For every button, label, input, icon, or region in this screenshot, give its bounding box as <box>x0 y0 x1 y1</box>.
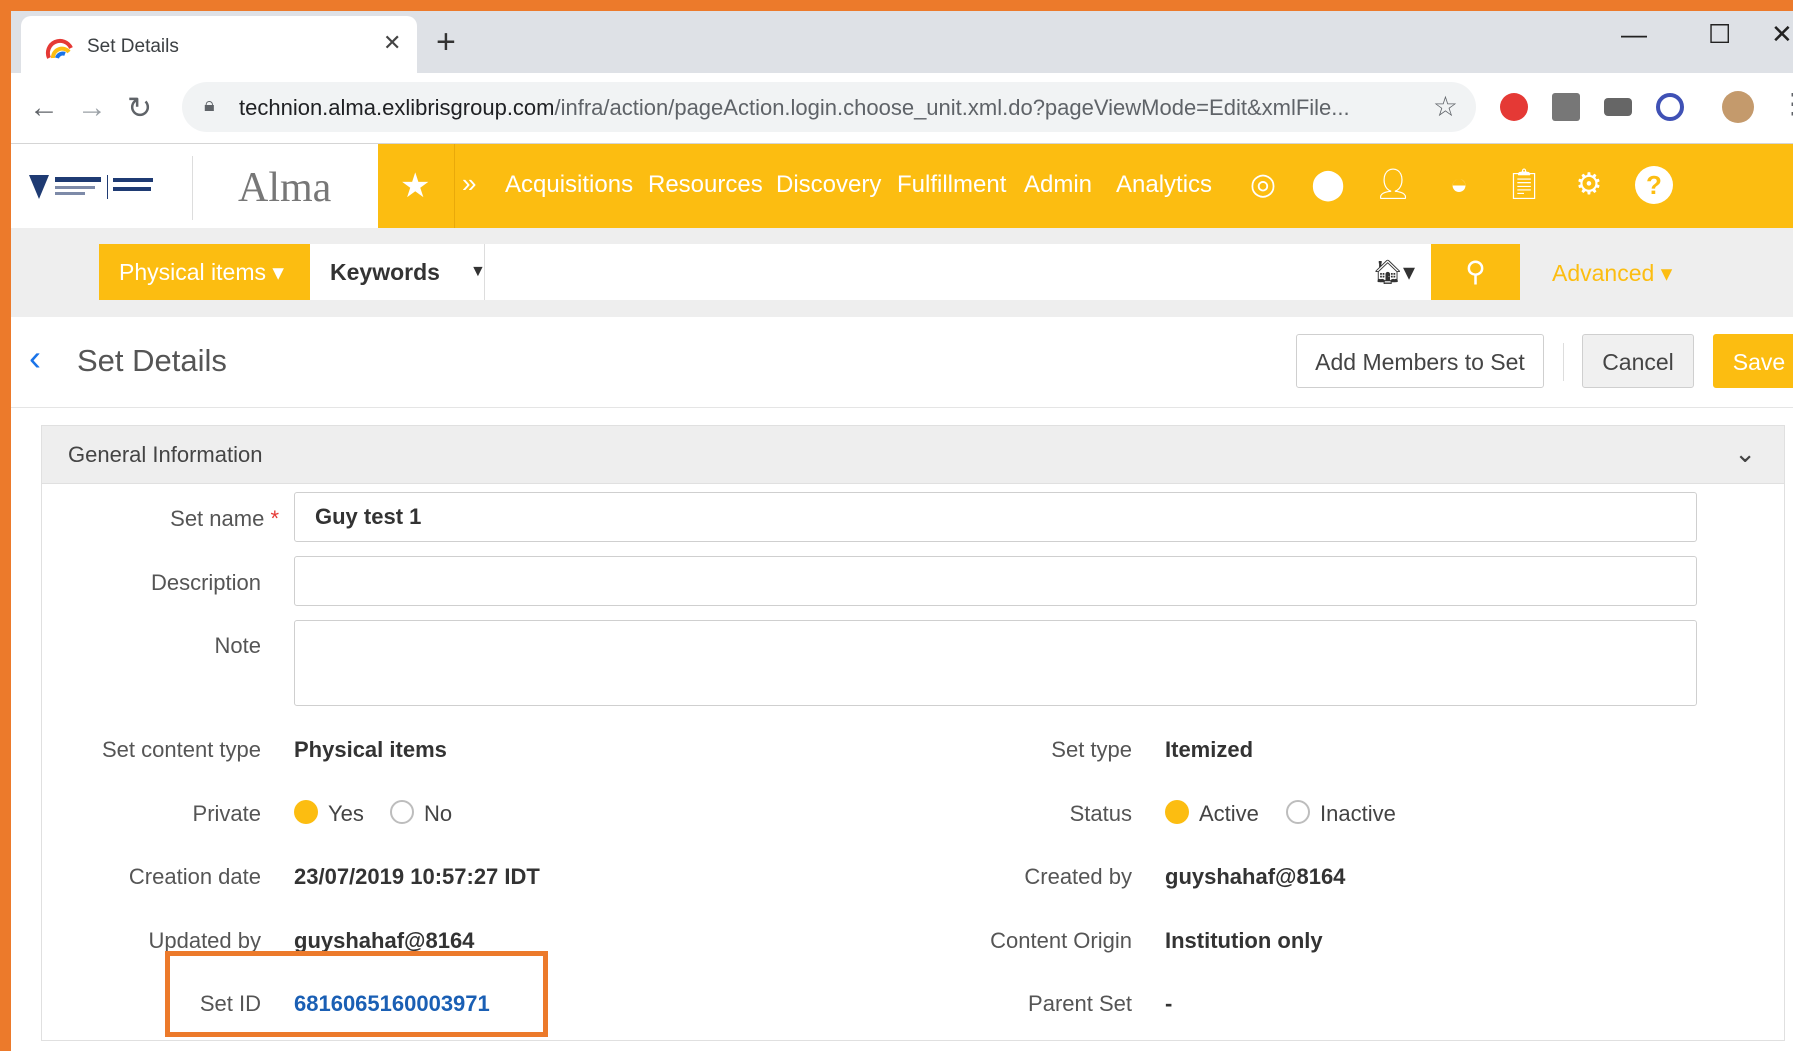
user-icon[interactable]: 👤︎ <box>1374 166 1412 204</box>
extension-icon[interactable] <box>1552 93 1580 121</box>
lock-icon: 🔒︎ <box>204 94 215 116</box>
gear-icon[interactable]: ⚙ <box>1570 166 1608 204</box>
clipboard-icon[interactable]: 📋︎ <box>1505 166 1543 204</box>
opera-extension-icon[interactable] <box>1500 93 1528 121</box>
search-icon: ⚲ <box>1465 256 1486 287</box>
search-input[interactable]: 🏠︎▾ <box>485 244 1431 300</box>
search-scope-dropdown[interactable]: Physical items ▾ <box>99 244 310 300</box>
menu-admin[interactable]: Admin <box>1024 171 1092 199</box>
target-icon[interactable]: ◎ <box>1244 166 1282 204</box>
private-no-label: No <box>424 801 453 826</box>
close-window-icon[interactable]: ✕ <box>1771 19 1793 50</box>
menu-resources[interactable]: Resources <box>648 171 763 199</box>
back-icon[interactable]: ← <box>29 91 59 125</box>
description-input[interactable] <box>294 556 1697 606</box>
private-label: Private <box>192 801 261 826</box>
save-button[interactable]: Save <box>1713 334 1793 388</box>
set-name-input[interactable]: Guy test 1 <box>294 492 1697 542</box>
section-title: General Information <box>68 442 263 467</box>
section-header[interactable]: General Information ⌄ <box>42 426 1784 484</box>
extension-icon[interactable] <box>1656 93 1684 121</box>
main-menu-bar: ★ » Acquisitions Resources Discovery Ful… <box>378 144 1793 228</box>
search-button[interactable]: ⚲ <box>1431 244 1520 300</box>
status-label: Status <box>1069 801 1132 826</box>
expand-menu-icon[interactable]: » <box>462 168 476 199</box>
search-field-label: Keywords <box>330 259 440 285</box>
alma-header: Alma ★ » Acquisitions Resources Discover… <box>11 144 1793 228</box>
created-by-label: Created by <box>1024 864 1132 889</box>
search-field-dropdown[interactable]: Keywords ▼ <box>310 244 486 300</box>
status-inactive-radio[interactable] <box>1286 800 1310 824</box>
back-arrow-icon[interactable]: ‹ <box>29 337 41 379</box>
reload-icon[interactable]: ↻ <box>127 91 152 126</box>
location-pin-icon[interactable]: ⬤ <box>1309 166 1347 204</box>
tab-title: Set Details <box>87 36 179 57</box>
profile-avatar[interactable] <box>1722 91 1754 123</box>
favorites-star-icon[interactable]: ★ <box>400 166 430 206</box>
created-by-value: guyshahaf@8164 <box>1165 864 1346 889</box>
highlight-box <box>165 951 548 1037</box>
browser-tab[interactable]: Set Details ✕ <box>21 16 417 73</box>
bookmark-star-icon[interactable]: ☆ <box>1433 90 1458 123</box>
menu-divider <box>454 144 455 228</box>
menu-acquisitions[interactable]: Acquisitions <box>505 171 633 199</box>
set-type-label: Set type <box>1051 737 1132 762</box>
menu-discovery[interactable]: Discovery <box>776 171 881 199</box>
header-divider <box>192 156 193 220</box>
status-active-radio[interactable] <box>1165 800 1189 824</box>
browser-menu-icon[interactable]: ⋮ <box>1779 87 1793 120</box>
forward-icon[interactable]: → <box>77 91 107 125</box>
set-type-value: Itemized <box>1165 737 1254 762</box>
content-origin-label: Content Origin <box>990 928 1132 953</box>
add-members-button[interactable]: Add Members to Set <box>1296 334 1544 388</box>
address-bar[interactable]: 🔒︎ technion.alma.exlibrisgroup.com/infra… <box>182 82 1476 132</box>
collapse-chevron-icon[interactable]: ⌄ <box>1734 438 1756 469</box>
help-icon[interactable]: ? <box>1635 166 1673 204</box>
url-text: technion.alma.exlibrisgroup.com/infra/ac… <box>239 95 1350 120</box>
app-name[interactable]: Alma <box>238 164 331 212</box>
browser-toolbar: ← → ↻ 🔒︎ technion.alma.exlibrisgroup.com… <box>11 73 1793 144</box>
note-label: Note <box>214 633 261 658</box>
set-name-label: Set name * <box>170 506 279 531</box>
menu-analytics[interactable]: Analytics <box>1116 171 1212 199</box>
content-origin-value: Institution only <box>1165 928 1323 953</box>
home-library-icon[interactable]: 🏠︎▾ <box>1372 258 1415 287</box>
extension-icon[interactable] <box>1604 98 1632 116</box>
chat-icon[interactable]: ◒ <box>1440 166 1478 204</box>
content-type-value: Physical items <box>294 737 447 762</box>
technion-logo[interactable] <box>27 169 163 205</box>
page-header: ‹ Set Details Add Members to Set Cancel … <box>11 317 1793 408</box>
description-label: Description <box>150 570 261 595</box>
private-yes-radio[interactable] <box>294 800 318 824</box>
parent-set-label: Parent Set <box>1028 991 1132 1016</box>
private-yes-label: Yes <box>328 801 364 826</box>
creation-date-value: 23/07/2019 10:57:27 IDT <box>294 864 540 889</box>
browser-window: Set Details ✕ + — ☐ ✕ ← → ↻ 🔒︎ technion.… <box>0 0 1793 1051</box>
creation-date-label: Creation date <box>128 864 261 889</box>
parent-set-value: - <box>1165 991 1173 1016</box>
close-tab-icon[interactable]: ✕ <box>383 30 401 56</box>
status-inactive-label: Inactive <box>1320 801 1396 826</box>
content-type-label: Set content type <box>102 737 261 762</box>
tab-strip: Set Details ✕ + — ☐ ✕ <box>11 11 1793 73</box>
minimize-icon[interactable]: — <box>1621 19 1647 50</box>
search-bar: Physical items ▾ Keywords ▼ 🏠︎▾ ⚲ Advanc… <box>11 228 1793 317</box>
advanced-search-link[interactable]: Advanced ▾ <box>1552 260 1672 287</box>
alma-favicon-icon <box>45 38 73 59</box>
note-textarea[interactable] <box>294 620 1697 706</box>
status-active-label: Active <box>1199 801 1259 826</box>
maximize-icon[interactable]: ☐ <box>1708 19 1731 50</box>
menu-fulfillment[interactable]: Fulfillment <box>897 171 1006 199</box>
page-title: Set Details <box>77 343 227 378</box>
private-no-radio[interactable] <box>390 800 414 824</box>
button-divider <box>1563 343 1564 381</box>
chevron-down-icon: ▼ <box>470 263 486 280</box>
new-tab-icon[interactable]: + <box>436 25 456 59</box>
cancel-button[interactable]: Cancel <box>1582 334 1694 388</box>
